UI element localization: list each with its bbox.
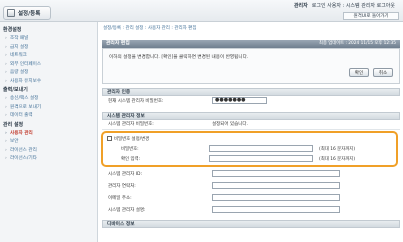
main-content: 설정/등록 : 관리 설정 : 사용자 관리 : 관리자 편집 관리자 편집 최…: [100, 24, 403, 242]
login-user-text[interactable]: 로그인 사용자 : 시스템 관리자 로그아웃: [312, 2, 395, 9]
sidebar-item-user-maintenance[interactable]: 사용자 유지보수: [0, 78, 97, 87]
breadcrumb[interactable]: 설정/등록 : 관리 설정 : 사용자 관리 : 관리자 편집: [100, 24, 403, 34]
confirm-password-label: 확인 입력:: [121, 157, 141, 162]
email-label: 이메일 주소:: [108, 196, 132, 201]
change-password-label: 비밀번호 설정/변경: [114, 137, 150, 142]
admin-id-label: 시스템 관리자 ID:: [108, 172, 143, 177]
top-bar: 설정/등록 관리자 로그인 사용자 : 시스템 관리자 로그아웃 원격UI로 돌…: [0, 0, 403, 22]
sidebar-section-output-send: 출력/보내기: [3, 87, 28, 93]
settings-registration-tab[interactable]: 설정/등록: [3, 6, 51, 20]
sidebar-item-external-interface[interactable]: 외부 인터페이스: [0, 61, 97, 70]
sidebar-item-license-management[interactable]: 라이선스 관리: [0, 147, 97, 156]
current-password-label: 현재 시스템 관리자 비밀번호:: [108, 99, 164, 104]
password-change-highlight: 비밀번호 설정/변경 비밀번호: (최대 16 문자까지) 확인 입력: (최대…: [101, 131, 398, 167]
page-title: 관리자 편집: [106, 41, 130, 46]
admin-contact-label: 관리자 연락처:: [108, 184, 136, 189]
sidebar: 환경설정 조작 패널 급지 설정 네트워크 외부 인터페이스 음량 설정 사용자…: [0, 22, 98, 242]
password-input[interactable]: [209, 145, 313, 152]
email-input[interactable]: [212, 194, 340, 201]
admin-comment-label: 시스템 관리자 설명:: [108, 208, 146, 213]
email-row: 이메일 주소:: [102, 194, 400, 203]
ok-button[interactable]: 확인: [349, 68, 369, 77]
password-label: 비밀번호:: [121, 147, 139, 152]
divider: [102, 129, 400, 130]
admin-contact-input[interactable]: [212, 182, 340, 189]
auth-section-header: 관리자 인증: [102, 88, 400, 96]
admin-id-input[interactable]: [212, 170, 340, 177]
settings-icon: [7, 9, 15, 17]
notice-panel: 이하의 설정을 변경합니다. [확인]을 클릭하면 변경된 내용이 반영됩니다.…: [102, 48, 400, 84]
sidebar-item-network[interactable]: 네트워크: [0, 52, 97, 61]
sidebar-section-preferences: 환경설정: [3, 27, 22, 33]
sidebar-item-data-output[interactable]: 데이터 출력: [0, 112, 97, 121]
admin-comment-input[interactable]: [212, 206, 340, 213]
admin-name: 관리자: [293, 3, 308, 9]
sidebar-item-user-management[interactable]: 사용자 관리: [0, 130, 97, 139]
sidebar-item-remote-send[interactable]: 원격으로 보내기: [0, 104, 97, 113]
password-status-label: 시스템 관리자 비밀번호:: [108, 122, 154, 127]
admin-id-row: 시스템 관리자 ID:: [102, 170, 400, 179]
info-section-header: 시스템 관리자 정보: [102, 112, 400, 120]
sidebar-item-send-fax-settings[interactable]: 송신/팩스 설정: [0, 95, 97, 104]
confirm-max-hint: (최대 16 문자까지): [319, 157, 356, 162]
password-status-value: 설정되어 있습니다.: [212, 122, 248, 127]
admin-contact-row: 관리자 연락처:: [102, 182, 400, 191]
password-status-row: 시스템 관리자 비밀번호: 설정되어 있습니다.: [102, 120, 400, 129]
password-max-hint: (최대 16 문자까지): [319, 147, 356, 152]
sidebar-item-paper-settings[interactable]: 급지 설정: [0, 44, 97, 53]
portal-link[interactable]: 원격UI로 돌아가기: [343, 12, 399, 20]
notice-message: 이하의 설정을 변경합니다. [확인]을 클릭하면 변경된 내용이 반영됩니다.: [109, 55, 249, 60]
sidebar-item-license-other[interactable]: 라이선스/기타: [0, 155, 97, 164]
cancel-button[interactable]: 취소: [373, 68, 393, 77]
sidebar-item-volume-settings[interactable]: 음량 설정: [0, 69, 97, 78]
current-password-field[interactable]: ●●●●●●●: [212, 97, 267, 104]
confirm-password-input[interactable]: [209, 155, 313, 162]
sidebar-section-management: 관리 설정: [3, 121, 24, 128]
user-info: 관리자 로그인 사용자 : 시스템 관리자 로그아웃: [294, 2, 395, 9]
device-section-header: 디바이스 정보: [102, 220, 400, 228]
admin-comment-row: 시스템 관리자 설명:: [102, 206, 400, 215]
tab-label: 설정/등록: [18, 11, 41, 17]
last-updated: 최종 업데이트 : 2024 11/15 오후 12:35: [319, 41, 396, 46]
change-password-checkbox[interactable]: [107, 136, 112, 141]
sidebar-item-security[interactable]: 보안: [0, 138, 97, 147]
page-title-bar: 관리자 편집 최종 업데이트 : 2024 11/15 오후 12:35: [102, 40, 400, 48]
sidebar-item-control-panel[interactable]: 조작 패널: [0, 35, 97, 44]
current-password-row: 현재 시스템 관리자 비밀번호: ●●●●●●●: [102, 97, 400, 106]
